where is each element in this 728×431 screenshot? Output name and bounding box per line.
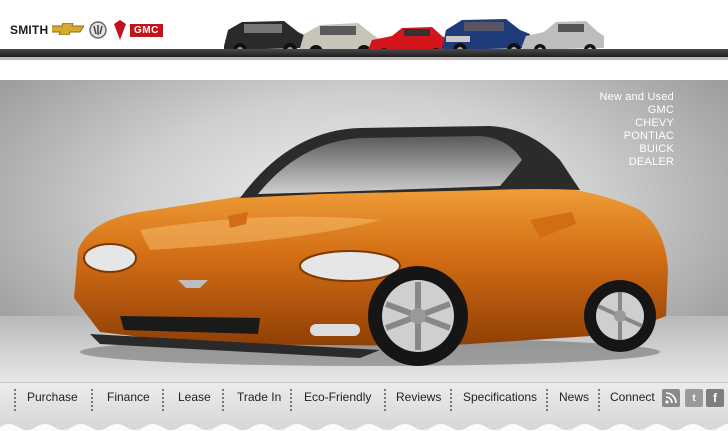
nav-item-news[interactable]: News: [559, 390, 589, 410]
nav-separator: [290, 389, 292, 413]
nav-item-lease[interactable]: Lease: [178, 390, 211, 410]
hero-line: GMC: [647, 104, 674, 116]
nav-item-reviews[interactable]: Reviews: [396, 390, 441, 410]
nav-item-specifications[interactable]: Specifications: [463, 390, 537, 410]
nav-separator: [91, 389, 93, 413]
nav-item-trade-in[interactable]: Trade In: [237, 390, 281, 410]
chevy-bowtie-icon[interactable]: [52, 23, 84, 35]
nav-item-purchase[interactable]: Purchase: [27, 390, 78, 410]
hero-line: New and Used: [599, 91, 674, 103]
nav-separator: [222, 389, 224, 413]
rss-icon[interactable]: [662, 389, 680, 407]
buick-shield-icon[interactable]: [89, 20, 107, 40]
pontiac-arrowhead-icon[interactable]: [114, 20, 126, 40]
nav-item-connect[interactable]: Connect: [610, 390, 655, 410]
hero-banner: New and Used GMC CHEVY PONTIAC BUICK DEA…: [0, 80, 728, 382]
site-header: SMITH GMC: [0, 0, 728, 80]
nav-separator: [598, 389, 600, 413]
gmc-logo-icon[interactable]: GMC: [130, 24, 163, 37]
hero-sports-car-image: [60, 120, 680, 370]
header-divider-highlight: [0, 57, 728, 60]
nav-separator: [450, 389, 452, 413]
main-navigation: Purchase Finance Lease Trade In Eco-Frie…: [0, 382, 728, 431]
nav-item-eco-friendly[interactable]: Eco-Friendly: [304, 390, 371, 410]
dealer-name[interactable]: SMITH: [10, 23, 48, 37]
header-divider-bar: [0, 49, 728, 57]
facebook-icon[interactable]: f: [706, 389, 724, 407]
twitter-icon[interactable]: t: [685, 389, 703, 407]
nav-separator: [14, 389, 16, 413]
nav-item-finance[interactable]: Finance: [107, 390, 150, 410]
nav-separator: [162, 389, 164, 413]
nav-separator: [384, 389, 386, 413]
nav-separator: [546, 389, 548, 413]
